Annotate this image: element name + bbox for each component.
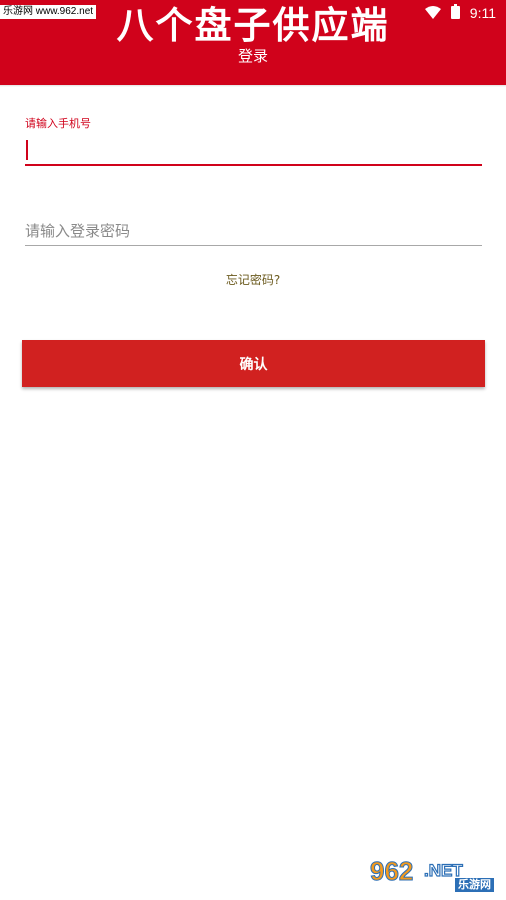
phone-label: 请输入手机号 — [25, 117, 91, 130]
forgot-password-link[interactable]: 忘记密码? — [0, 271, 506, 289]
page-title: 登录 — [237, 47, 268, 65]
watermark-number: 962 — [370, 856, 413, 886]
app-name: 八个盘子供应端 — [116, 4, 390, 47]
header-shadow — [0, 85, 506, 87]
phone-input[interactable] — [25, 138, 482, 166]
watermark-brand-name: 乐游网 — [455, 878, 494, 892]
text-caret — [26, 140, 28, 160]
password-input[interactable] — [25, 218, 482, 246]
confirm-button[interactable]: 确认 — [22, 340, 485, 387]
app-header: 乐游网 www.962.net 9:11 八个盘子供应端 登录 — [0, 0, 506, 85]
